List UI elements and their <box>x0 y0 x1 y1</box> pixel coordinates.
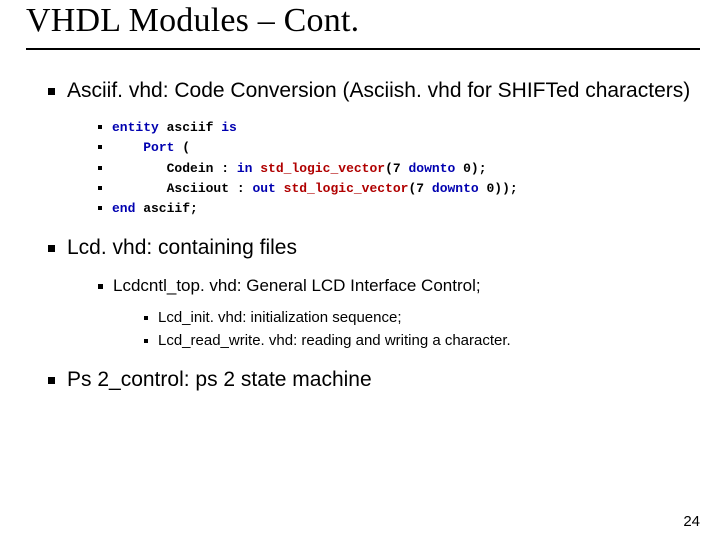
square-bullet-icon <box>48 88 55 95</box>
bullet-lcd-heading: Lcd. vhd: containing files <box>48 235 700 261</box>
square-bullet-icon <box>144 339 148 343</box>
text: Lcd_read_write. vhd: reading and writing… <box>158 332 511 349</box>
square-bullet-icon <box>48 377 55 384</box>
square-bullet-icon <box>98 284 103 289</box>
bullet-lcd-init: Lcd_init. vhd: initialization sequence; <box>144 307 700 328</box>
bullet-lcdcntl-top: Lcdcntl_top. vhd: General LCD Interface … <box>98 275 700 297</box>
square-bullet-icon <box>98 125 102 129</box>
code-block-asciif: entity asciif is Port ( Codein : in std_… <box>98 118 700 219</box>
title-divider <box>26 48 700 50</box>
text: Lcd_init. vhd: initialization sequence; <box>158 309 402 326</box>
bullet-lcd-read-write: Lcd_read_write. vhd: reading and writing… <box>144 330 700 351</box>
slide-number: 24 <box>683 513 700 530</box>
square-bullet-icon <box>98 166 102 170</box>
square-bullet-icon <box>144 316 148 320</box>
text: Ps 2_control: ps 2 state machine <box>67 368 372 391</box>
square-bullet-icon <box>98 206 102 210</box>
slide: VHDL Modules – Cont. Asciif. vhd: Code C… <box>0 0 720 540</box>
square-bullet-icon <box>98 186 102 190</box>
text: Lcd. vhd: containing files <box>67 236 297 259</box>
square-bullet-icon <box>48 245 55 252</box>
bullet-ps2-control: Ps 2_control: ps 2 state machine <box>48 367 700 393</box>
text: Asciif. vhd: Code Conversion (Asciish. v… <box>67 79 690 102</box>
bullet-asciif-heading: Asciif. vhd: Code Conversion (Asciish. v… <box>48 78 700 104</box>
square-bullet-icon <box>98 145 102 149</box>
text: Lcdcntl_top. vhd: General LCD Interface … <box>113 276 481 295</box>
slide-title: VHDL Modules – Cont. <box>26 0 700 48</box>
